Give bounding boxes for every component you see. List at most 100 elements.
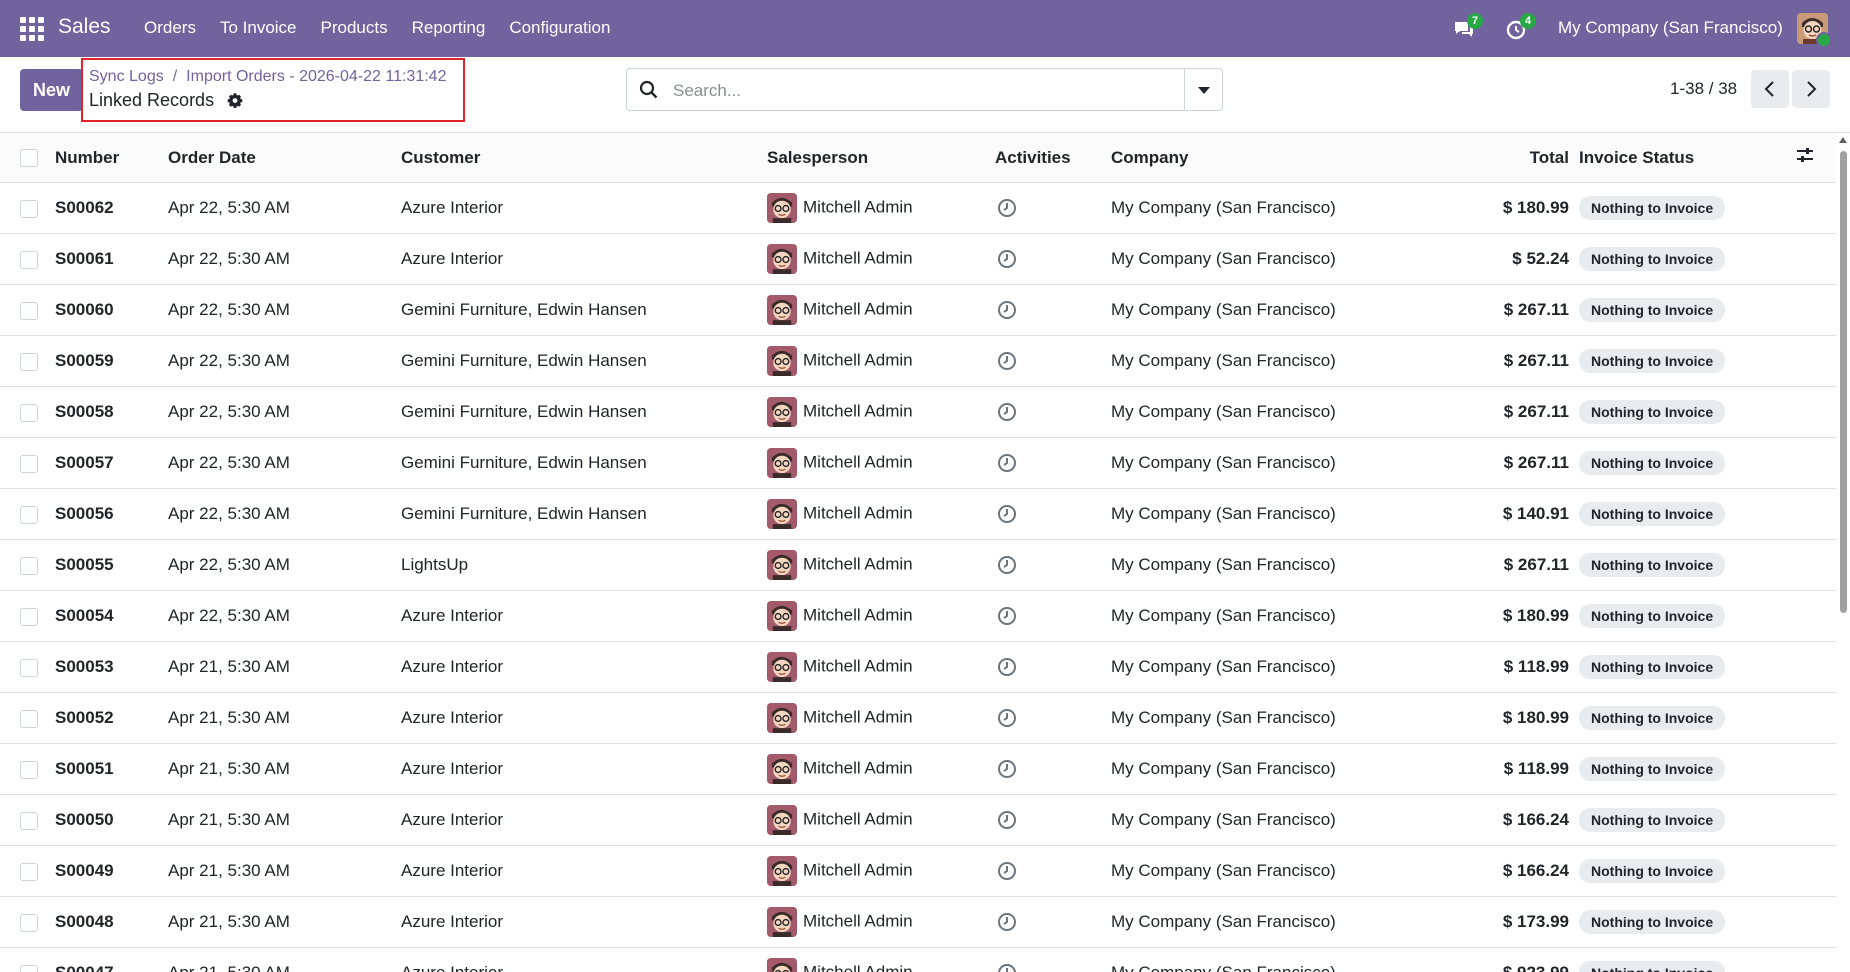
invoice-status-badge: Nothing to Invoice [1579, 604, 1726, 628]
table-row[interactable]: S00058 Apr 22, 5:30 AM Gemini Furniture,… [0, 386, 1836, 438]
breadcrumb-import-orders[interactable]: Import Orders - 2026-04-22 11:31:42 [186, 68, 446, 85]
scrollbar-thumb[interactable] [1840, 151, 1847, 613]
messages-button[interactable]: 7 [1452, 13, 1483, 41]
order-date: Apr 22, 5:30 AM [168, 233, 401, 285]
activity-clock-icon[interactable] [997, 504, 1017, 524]
row-checkbox[interactable] [20, 811, 38, 830]
customer-name: Gemini Furniture, Edwin Hansen [401, 437, 767, 489]
order-number: S00049 [55, 845, 168, 897]
breadcrumb-sync-logs[interactable]: Sync Logs [89, 68, 164, 85]
company-switcher[interactable]: My Company (San Francisco) [1558, 18, 1783, 38]
row-checkbox[interactable] [20, 505, 38, 524]
activity-clock-icon[interactable] [997, 555, 1017, 575]
column-header-customer[interactable]: Customer [401, 133, 767, 183]
menu-orders[interactable]: Orders [132, 18, 208, 38]
row-checkbox[interactable] [20, 964, 38, 972]
menu-configuration[interactable]: Configuration [497, 18, 622, 38]
activity-clock-icon[interactable] [997, 963, 1017, 972]
salesperson-cell: Mitchell Admin [767, 794, 995, 846]
avatar-face-icon [767, 652, 797, 682]
row-checkbox[interactable] [20, 454, 38, 473]
column-header-company[interactable]: Company [1111, 133, 1369, 183]
column-header-invoice-status[interactable]: Invoice Status [1579, 133, 1796, 183]
gear-icon[interactable] [227, 92, 243, 108]
table-row[interactable]: S00050 Apr 21, 5:30 AM Azure Interior Mi… [0, 794, 1836, 846]
search-icon [639, 80, 658, 99]
table-row[interactable]: S00055 Apr 22, 5:30 AM LightsUp Mitchell… [0, 539, 1836, 591]
column-settings-icon[interactable] [1796, 147, 1814, 163]
company-name: My Company (San Francisco) [1111, 845, 1369, 897]
salesperson-cell: Mitchell Admin [767, 284, 995, 336]
column-header-number[interactable]: Number [55, 133, 168, 183]
activity-clock-icon[interactable] [997, 402, 1017, 422]
table-row[interactable]: S00059 Apr 22, 5:30 AM Gemini Furniture,… [0, 335, 1836, 387]
row-checkbox[interactable] [20, 403, 38, 422]
column-header-salesperson[interactable]: Salesperson [767, 133, 995, 183]
new-button[interactable]: New [20, 69, 83, 111]
activity-clock-icon[interactable] [997, 300, 1017, 320]
table-row[interactable]: S00047 Apr 21, 5:30 AM Azure Interior Mi… [0, 947, 1836, 972]
pager-value[interactable]: 1-38 / 38 [1670, 79, 1737, 99]
table-row[interactable]: S00060 Apr 22, 5:30 AM Gemini Furniture,… [0, 284, 1836, 336]
activity-clock-icon[interactable] [997, 912, 1017, 932]
row-checkbox[interactable] [20, 709, 38, 728]
column-header-order-date[interactable]: Order Date [168, 133, 401, 183]
activity-clock-icon[interactable] [997, 861, 1017, 881]
table-row[interactable]: S00048 Apr 21, 5:30 AM Azure Interior Mi… [0, 896, 1836, 948]
activity-clock-icon[interactable] [997, 657, 1017, 677]
row-checkbox[interactable] [20, 658, 38, 677]
row-checkbox[interactable] [20, 301, 38, 320]
row-checkbox[interactable] [20, 862, 38, 881]
apps-grid-icon[interactable] [20, 17, 44, 41]
table-row[interactable]: S00052 Apr 21, 5:30 AM Azure Interior Mi… [0, 692, 1836, 744]
table-row[interactable]: S00061 Apr 22, 5:30 AM Azure Interior Mi… [0, 233, 1836, 285]
salesperson-cell: Mitchell Admin [767, 386, 995, 438]
app-name[interactable]: Sales [58, 15, 111, 39]
salesperson-cell: Mitchell Admin [767, 743, 995, 795]
activity-clock-icon[interactable] [997, 249, 1017, 269]
table-row[interactable]: S00053 Apr 21, 5:30 AM Azure Interior Mi… [0, 641, 1836, 693]
table-row[interactable]: S00049 Apr 21, 5:30 AM Azure Interior Mi… [0, 845, 1836, 897]
search-input[interactable] [671, 78, 1175, 104]
activity-clock-icon[interactable] [997, 759, 1017, 779]
row-checkbox[interactable] [20, 760, 38, 779]
row-checkbox[interactable] [20, 199, 38, 218]
search-options-toggle[interactable] [1184, 69, 1222, 110]
salesperson-cell: Mitchell Admin [767, 692, 995, 744]
row-checkbox[interactable] [20, 352, 38, 371]
table-row[interactable]: S00054 Apr 22, 5:30 AM Azure Interior Mi… [0, 590, 1836, 642]
company-name: My Company (San Francisco) [1111, 386, 1369, 438]
row-checkbox[interactable] [20, 556, 38, 575]
table-row[interactable]: S00057 Apr 22, 5:30 AM Gemini Furniture,… [0, 437, 1836, 489]
activities-button[interactable]: 4 [1505, 13, 1536, 41]
activity-clock-icon[interactable] [997, 810, 1017, 830]
menu-products[interactable]: Products [309, 18, 400, 38]
pager-next-button[interactable] [1792, 70, 1830, 108]
salesperson-avatar [767, 346, 797, 376]
table-row[interactable]: S00062 Apr 22, 5:30 AM Azure Interior Mi… [0, 182, 1836, 234]
column-header-total[interactable]: Total [1369, 133, 1579, 183]
scroll-up-arrow[interactable] [1839, 137, 1847, 143]
order-number: S00057 [55, 437, 168, 489]
order-number: S00061 [55, 233, 168, 285]
activity-clock-icon[interactable] [997, 198, 1017, 218]
company-name: My Company (San Francisco) [1111, 947, 1369, 972]
select-all-checkbox[interactable] [20, 149, 38, 168]
pager-previous-button[interactable] [1751, 70, 1789, 108]
vertical-scrollbar[interactable] [1836, 133, 1850, 972]
row-checkbox[interactable] [20, 913, 38, 932]
column-header-activities[interactable]: Activities [995, 133, 1111, 183]
table-row[interactable]: S00056 Apr 22, 5:30 AM Gemini Furniture,… [0, 488, 1836, 540]
activity-clock-icon[interactable] [997, 453, 1017, 473]
table-header-row: Number Order Date Customer Salesperson A… [0, 133, 1836, 183]
activity-clock-icon[interactable] [997, 351, 1017, 371]
salesperson-cell: Mitchell Admin [767, 437, 995, 489]
activity-clock-icon[interactable] [997, 708, 1017, 728]
menu-reporting[interactable]: Reporting [400, 18, 498, 38]
menu-to-invoice[interactable]: To Invoice [208, 18, 309, 38]
table-row[interactable]: S00051 Apr 21, 5:30 AM Azure Interior Mi… [0, 743, 1836, 795]
row-checkbox[interactable] [20, 250, 38, 269]
invoice-status-badge: Nothing to Invoice [1579, 349, 1726, 373]
activity-clock-icon[interactable] [997, 606, 1017, 626]
row-checkbox[interactable] [20, 607, 38, 626]
